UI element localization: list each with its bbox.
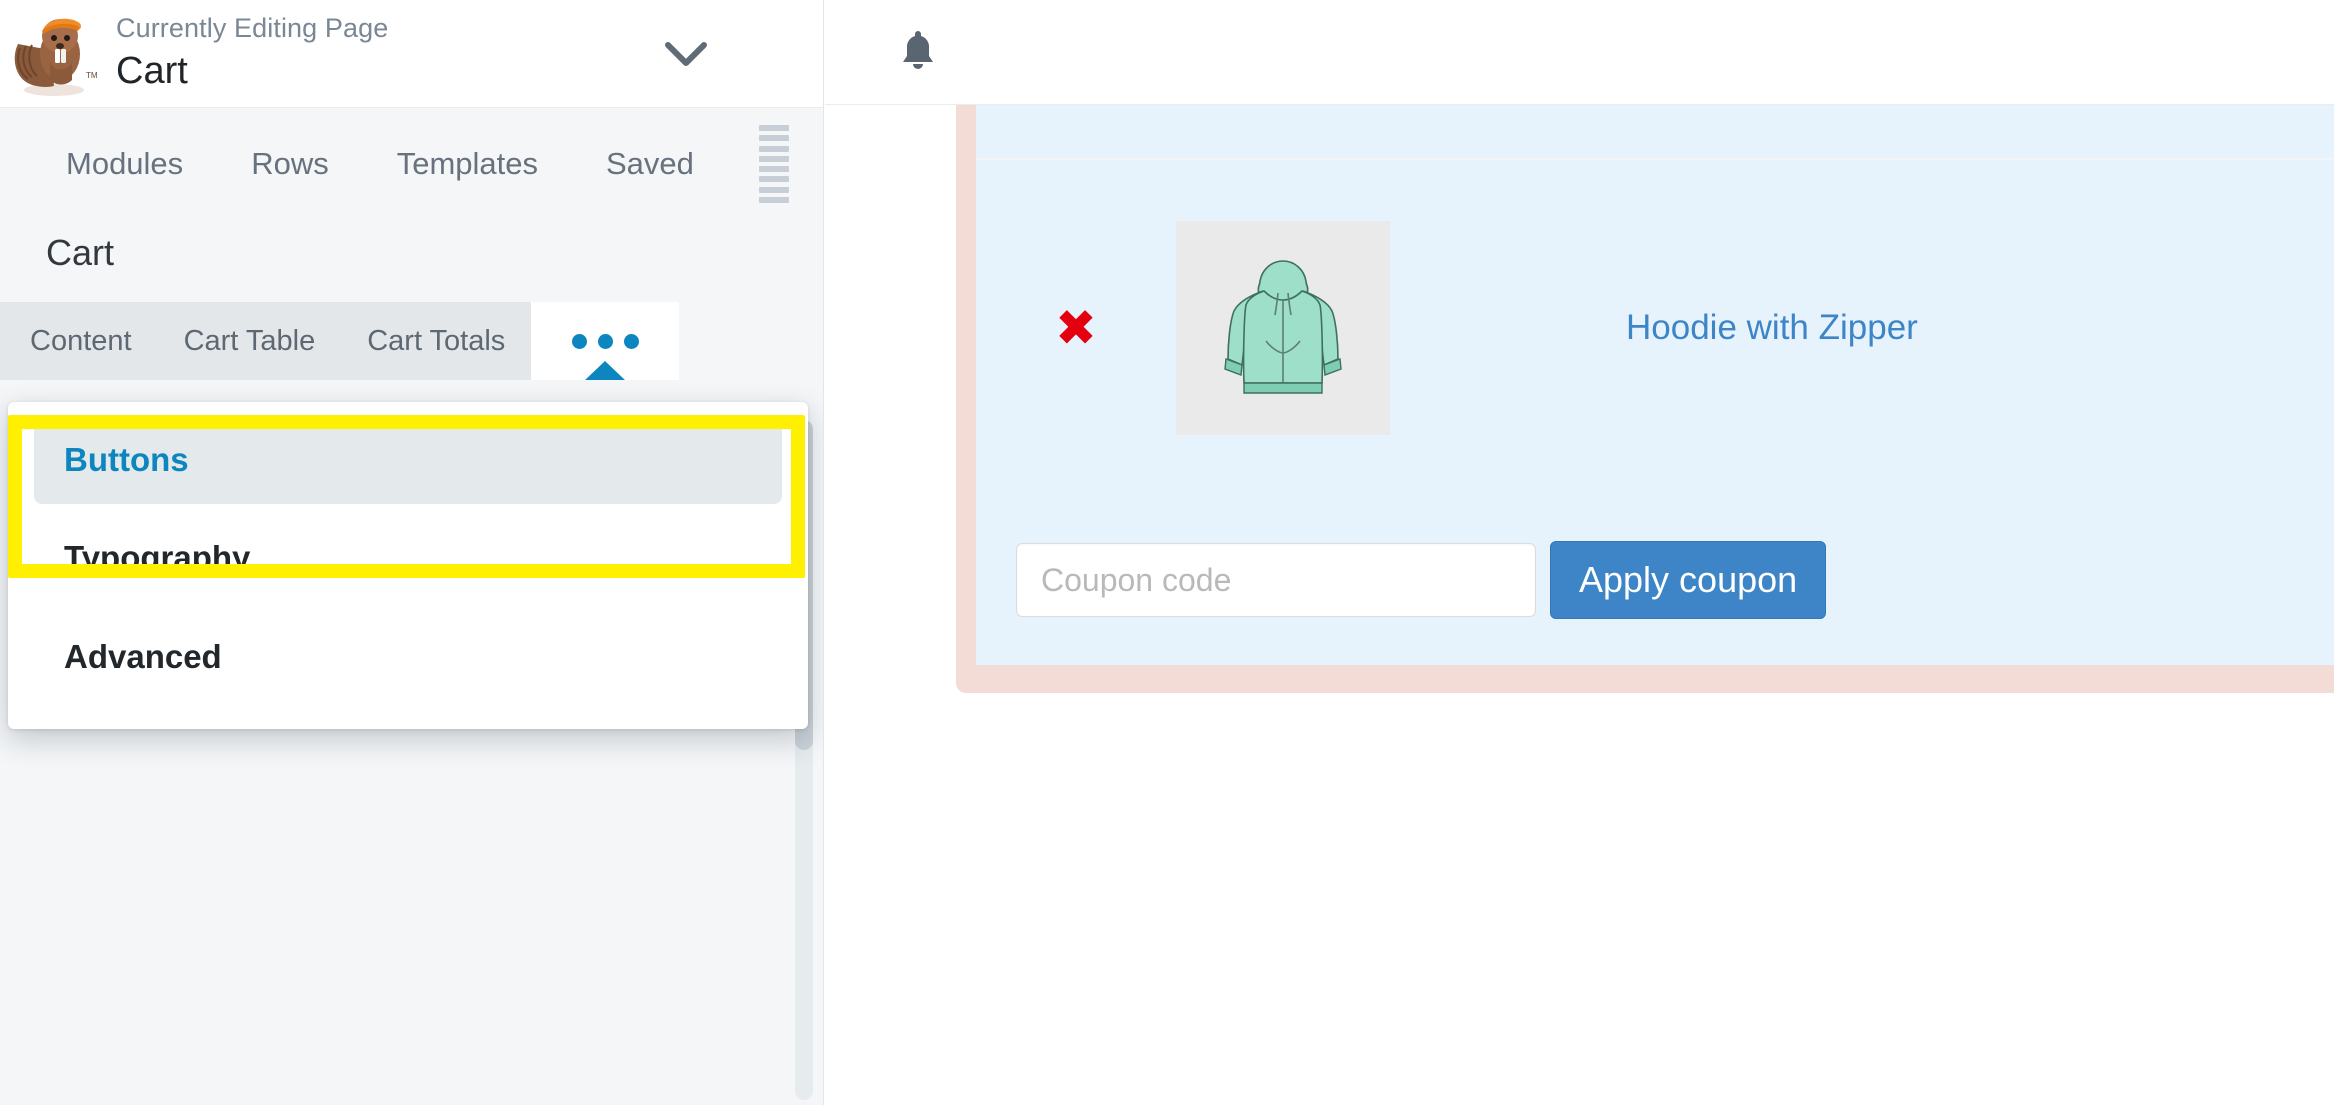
page-title: Cart xyxy=(116,49,188,92)
tab-templates[interactable]: Templates xyxy=(397,146,538,182)
tab-rows[interactable]: Rows xyxy=(251,146,329,182)
module-settings-tabs: Content Cart Table Cart Totals xyxy=(0,302,823,381)
tab-content[interactable]: Content xyxy=(0,302,158,380)
cart-item-row: ✖ Hoodie with Zipper xyxy=(976,160,2334,495)
coupon-code-input[interactable] xyxy=(1016,543,1536,617)
tab-modules[interactable]: Modules xyxy=(66,146,183,182)
cart-item-name-cell: Hoodie with Zipper xyxy=(1496,308,2334,348)
ellipsis-icon xyxy=(571,333,639,349)
dropdown-item-typography[interactable]: Typography xyxy=(34,514,782,602)
hoodie-product-image[interactable] xyxy=(1176,220,1390,435)
beaver-logo-icon: TM xyxy=(8,10,100,98)
apply-coupon-button[interactable]: Apply coupon xyxy=(1550,541,1827,619)
drag-handle-icon[interactable] xyxy=(759,125,789,203)
cart-table-wrapper: ✖ Hoodie with Zipper Coupon code Apply c… xyxy=(956,105,2334,693)
builder-main-tabs: Modules Rows Templates Saved xyxy=(0,108,823,220)
cart-table-header-row xyxy=(976,105,2334,160)
tab-saved[interactable]: Saved xyxy=(606,146,694,182)
cart-item-remove-cell: ✖ xyxy=(976,303,1176,353)
tab-cart-totals[interactable]: Cart Totals xyxy=(341,302,532,380)
more-tabs-dropdown-menu: Buttons Typography Advanced xyxy=(8,402,808,729)
builder-settings-panel: TM Currently Editing Page Cart Modules R… xyxy=(0,0,824,1105)
tab-cart-table[interactable]: Cart Table xyxy=(157,302,342,380)
product-link[interactable]: Hoodie with Zipper xyxy=(1626,308,1918,348)
active-tab-caret-icon xyxy=(584,361,627,381)
page-preview-area: ✖ Hoodie with Zipper Coupon code Apply c… xyxy=(825,0,2334,1105)
header-text-group: Currently Editing Page Cart xyxy=(116,12,388,95)
editing-page-label: Currently Editing Page xyxy=(116,12,389,43)
svg-text:TM: TM xyxy=(86,71,98,80)
dropdown-item-buttons[interactable]: Buttons xyxy=(34,416,782,505)
chevron-down-icon[interactable] xyxy=(663,31,709,77)
module-name-heading: Cart xyxy=(0,220,823,302)
app-root: TM Currently Editing Page Cart Modules R… xyxy=(0,0,2334,1105)
dropdown-item-advanced[interactable]: Advanced xyxy=(34,613,782,701)
cart-item-thumbnail-cell xyxy=(1176,220,1496,435)
bell-icon[interactable] xyxy=(891,25,945,79)
remove-item-icon[interactable]: ✖ xyxy=(1055,303,1097,353)
panel-header: TM Currently Editing Page Cart xyxy=(0,0,823,108)
preview-topbar xyxy=(825,0,2334,105)
tab-more-ellipsis[interactable] xyxy=(531,302,680,381)
coupon-row: Apply coupon xyxy=(976,495,2334,665)
